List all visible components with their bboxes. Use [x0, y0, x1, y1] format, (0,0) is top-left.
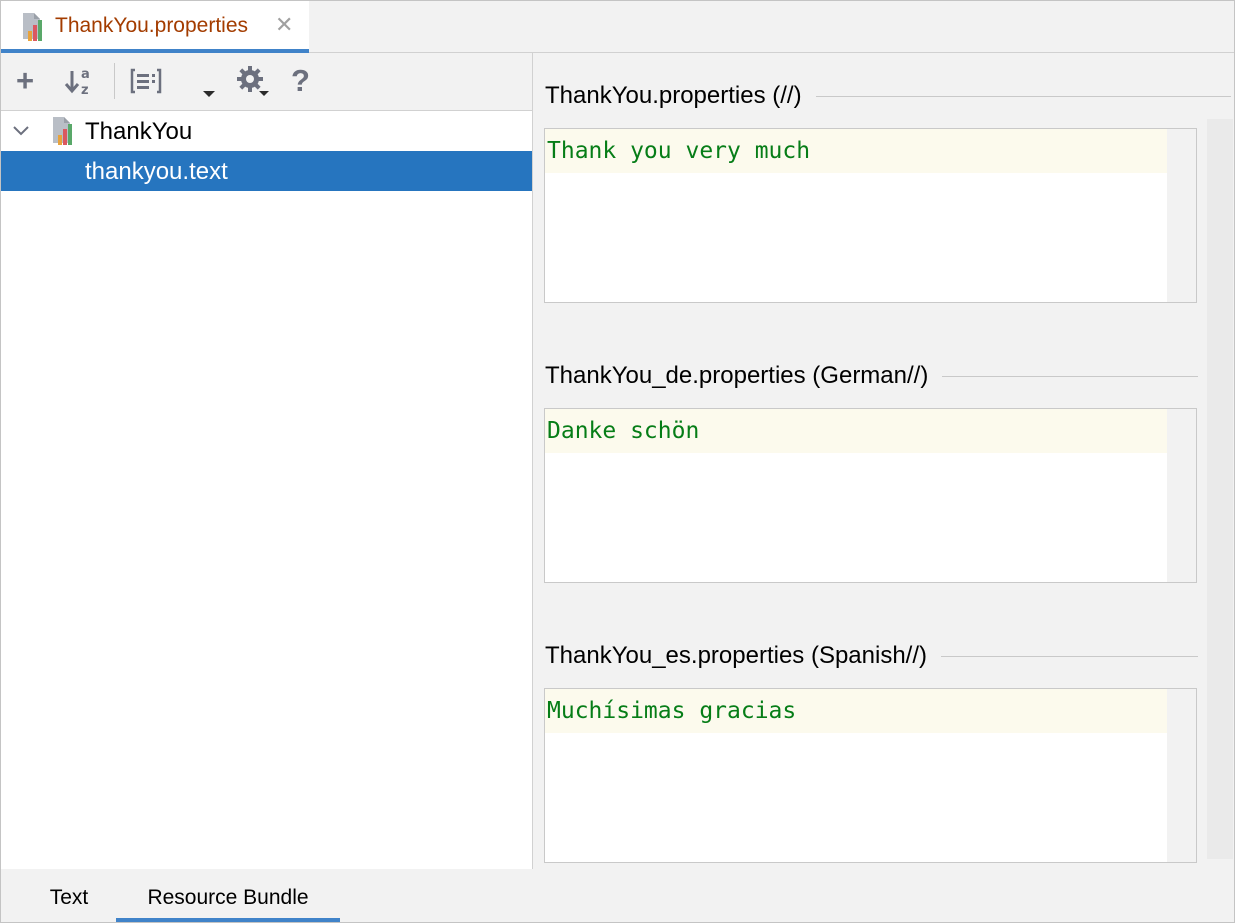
svg-text:a: a [81, 67, 90, 82]
editor-tab-thankyou-properties[interactable]: ThankYou.properties ✕ [1, 1, 309, 53]
section-title: ThankYou_es.properties (Spanish//) [545, 641, 942, 671]
settings-icon[interactable] [235, 63, 271, 99]
resource-bundle-icon [23, 13, 42, 41]
section-title: ThankYou.properties (//) [545, 81, 816, 111]
tree-node-thankyou[interactable]: ThankYou [1, 111, 532, 151]
section-title: ThankYou_de.properties (German//) [545, 361, 943, 391]
value-editor-german[interactable]: Danke schön [544, 408, 1197, 583]
active-tab-indicator [116, 918, 340, 922]
editor-gutter [1167, 409, 1196, 582]
value-text: Thank you very much [547, 138, 811, 164]
value-editor-spanish[interactable]: Muchísimas gracias [544, 688, 1197, 863]
translations-editor-panel: ThankYou.properties (//) Thank you very … [533, 53, 1234, 869]
chevron-down-icon[interactable] [11, 121, 31, 141]
scrollbar-track[interactable] [1207, 119, 1233, 859]
value-text: Danke schön [547, 418, 700, 444]
tree-node-thankyou-text[interactable]: thankyou.text [1, 151, 532, 191]
value-text: Muchísimas gracias [547, 698, 797, 724]
resource-bundle-tree: ThankYou thankyou.text [1, 111, 532, 191]
group-by-prefix-icon[interactable] [129, 63, 163, 99]
editor-tab-bar: ThankYou.properties ✕ [1, 1, 1234, 53]
editor-gutter [1167, 129, 1196, 302]
value-editor-default[interactable]: Thank you very much [544, 128, 1197, 303]
toolbar-separator [114, 63, 115, 99]
sort-alphabetically-icon[interactable]: a z [63, 63, 97, 99]
editor-tab-label: ThankYou.properties [55, 14, 249, 37]
expand-dropdown-icon[interactable] [199, 63, 219, 99]
resource-bundle-editor-window: ThankYou.properties ✕ + a z ? ThankYou t… [0, 0, 1235, 923]
editor-view-tabs: Text Resource Bundle [1, 869, 1234, 922]
editor-gutter [1167, 689, 1196, 862]
tree-node-label: ThankYou [85, 118, 193, 145]
add-icon[interactable]: + [16, 63, 34, 99]
resource-bundle-icon [53, 117, 72, 145]
resource-bundle-tree-panel: + a z ? ThankYou thankyou.text [1, 53, 533, 869]
tab-resource-bundle[interactable]: Resource Bundle [116, 869, 340, 922]
close-icon[interactable]: ✕ [275, 13, 293, 37]
help-icon[interactable]: ? [291, 63, 310, 99]
tree-node-label: thankyou.text [85, 158, 228, 185]
tab-label: Resource Bundle [147, 886, 309, 909]
tree-toolbar: + a z ? [1, 53, 532, 111]
tab-label: Text [49, 886, 89, 909]
tab-text[interactable]: Text [27, 869, 111, 922]
svg-text:z: z [81, 83, 89, 98]
